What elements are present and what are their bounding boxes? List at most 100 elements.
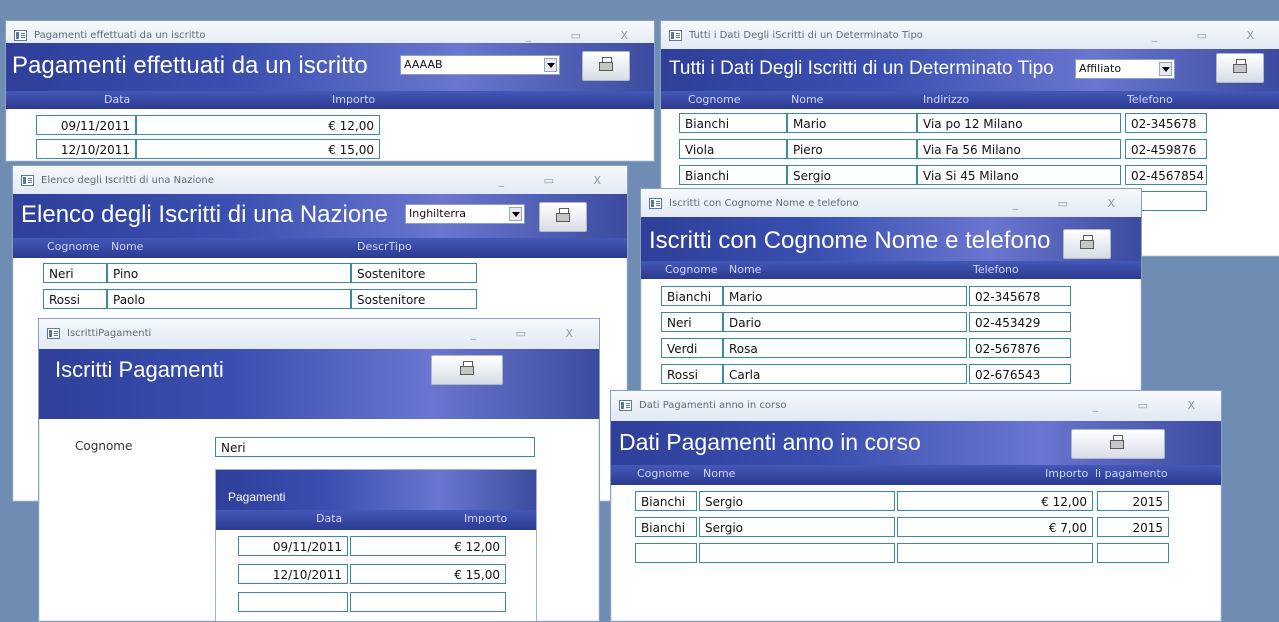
print-button[interactable] bbox=[1063, 229, 1111, 259]
nome-field[interactable]: Mario bbox=[723, 286, 967, 306]
nome-field[interactable]: Sergio bbox=[787, 165, 917, 185]
form-header: Iscritti con Cognome Nome e telefono bbox=[641, 217, 1141, 261]
titlebar[interactable]: Elenco degli Iscritti di una Nazione _ ▭… bbox=[13, 166, 627, 196]
nome-field[interactable]: Dario bbox=[723, 312, 967, 332]
descrtipo-field[interactable]: Sostenitore bbox=[351, 263, 477, 283]
cognome-field[interactable]: Viola bbox=[679, 139, 787, 159]
nazione-combo[interactable]: Inghilterra bbox=[405, 204, 525, 224]
importo-field[interactable]: € 7,00 bbox=[897, 517, 1093, 537]
cognome-field[interactable]: Bianchi bbox=[635, 491, 697, 511]
date-field[interactable]: 09/11/2011 bbox=[238, 536, 348, 556]
indirizzo-field[interactable]: Via Si 45 Milano bbox=[917, 165, 1121, 185]
print-button[interactable] bbox=[431, 355, 503, 385]
cognome-field[interactable]: Neri bbox=[43, 263, 107, 283]
titlebar[interactable]: Dati Pagamenti anno in corso _ ▭ X bbox=[611, 391, 1221, 421]
anno-field-new[interactable] bbox=[1097, 543, 1169, 563]
nome-field[interactable]: Piero bbox=[787, 139, 917, 159]
form-header: Elenco degli Iscritti di una Nazione Ing… bbox=[13, 194, 627, 238]
nome-field[interactable]: Pino bbox=[107, 263, 351, 283]
telefono-field[interactable]: 02-567876 bbox=[969, 338, 1071, 358]
importo-field-new[interactable] bbox=[897, 543, 1093, 563]
column-header-bar: Cognome Nome DescrTipo bbox=[13, 238, 627, 258]
print-button[interactable] bbox=[582, 51, 630, 81]
cognome-field[interactable]: Neri bbox=[215, 437, 535, 457]
telefono-field[interactable]: 02-676543 bbox=[969, 364, 1071, 384]
anno-field[interactable]: 2015 bbox=[1097, 491, 1169, 511]
col-header-cognome: Cognome bbox=[688, 93, 741, 106]
window-controls[interactable]: _ ▭ X bbox=[1093, 391, 1213, 421]
cognome-field-new[interactable] bbox=[635, 543, 697, 563]
descrtipo-field[interactable]: Sostenitore bbox=[351, 289, 477, 309]
telefono-field[interactable]: 02-4567854 bbox=[1125, 165, 1207, 185]
amount-field[interactable]: € 15,00 bbox=[350, 564, 506, 584]
form-title: Dati Pagamenti anno in corso bbox=[619, 429, 921, 455]
telefono-field[interactable]: 02-345678 bbox=[969, 286, 1071, 306]
cognome-field[interactable]: Neri bbox=[661, 312, 723, 332]
titlebar[interactable]: Iscritti con Cognome Nome e telefono _ ▭… bbox=[641, 189, 1141, 219]
printer-icon bbox=[1110, 435, 1124, 449]
window-iscritti-telefono[interactable]: Iscritti con Cognome Nome e telefono _ ▭… bbox=[640, 188, 1142, 410]
iscritto-combo[interactable]: AAAAB bbox=[400, 55, 560, 75]
col-header-nome: Nome bbox=[703, 467, 736, 480]
print-button[interactable] bbox=[1071, 429, 1165, 459]
col-header-cognome: Cognome bbox=[665, 263, 718, 276]
printer-icon bbox=[460, 361, 474, 375]
chevron-down-icon[interactable] bbox=[509, 207, 522, 221]
nome-field[interactable]: Rosa bbox=[723, 338, 967, 358]
date-field[interactable]: 12/10/2011 bbox=[238, 564, 348, 584]
date-field-new[interactable] bbox=[238, 592, 348, 612]
col-header-importo: Importo bbox=[332, 93, 376, 106]
date-field[interactable]: 12/10/2011 bbox=[36, 139, 136, 159]
amount-field-new[interactable] bbox=[350, 592, 506, 612]
cognome-field[interactable]: Bianchi bbox=[635, 517, 697, 537]
nome-field[interactable]: Sergio bbox=[699, 517, 895, 537]
window-title: IscrittiPagamenti bbox=[67, 328, 152, 339]
titlebar[interactable]: IscrittiPagamenti _ ▭ X bbox=[39, 319, 599, 349]
telefono-field[interactable]: 02-345678 bbox=[1125, 113, 1207, 133]
form-header: Pagamenti effettuati da un iscritto AAAA… bbox=[6, 43, 654, 91]
chevron-down-icon[interactable] bbox=[544, 58, 557, 72]
window-controls[interactable]: _ ▭ X bbox=[1013, 189, 1133, 219]
cognome-field[interactable]: Rossi bbox=[661, 364, 723, 384]
nome-field[interactable]: Paolo bbox=[107, 289, 351, 309]
amount-field[interactable]: € 15,00 bbox=[136, 139, 380, 159]
col-header-descrtipo: DescrTipo bbox=[357, 240, 412, 253]
indirizzo-field[interactable]: Via po 12 Milano bbox=[917, 113, 1121, 133]
nome-field[interactable]: Mario bbox=[787, 113, 917, 133]
window-pagamenti-iscritto[interactable]: Pagamenti effettuati da un iscritto _ ▭ … bbox=[5, 20, 655, 162]
date-field[interactable]: 09/11/2011 bbox=[36, 115, 136, 135]
titlebar[interactable]: Tutti i Dati Degli iScritti di un Determ… bbox=[661, 21, 1279, 51]
nome-field-new[interactable] bbox=[699, 543, 895, 563]
cognome-field[interactable]: Bianchi bbox=[679, 113, 787, 133]
window-iscritti-pagamenti[interactable]: IscrittiPagamenti _ ▭ X Iscritti Pagamen… bbox=[38, 318, 600, 622]
window-controls[interactable]: _ ▭ X bbox=[499, 166, 619, 196]
cognome-field[interactable]: Bianchi bbox=[679, 165, 787, 185]
anno-field[interactable]: 2015 bbox=[1097, 517, 1169, 537]
col-header-data: Data bbox=[316, 512, 343, 525]
importo-field[interactable]: € 12,00 bbox=[897, 491, 1093, 511]
telefono-field[interactable]: 02-453429 bbox=[969, 312, 1071, 332]
chevron-down-icon[interactable] bbox=[1159, 62, 1172, 76]
cognome-label: Cognome bbox=[75, 439, 133, 453]
print-button[interactable] bbox=[539, 202, 587, 232]
tipo-combo[interactable]: Affiliato bbox=[1075, 59, 1175, 79]
cognome-field[interactable]: Rossi bbox=[43, 289, 107, 309]
print-button[interactable] bbox=[1216, 53, 1264, 83]
pagamenti-subform[interactable]: Pagamenti Data Importo 09/11/2011 € 12,0… bbox=[215, 469, 537, 621]
nome-field[interactable]: Sergio bbox=[699, 491, 895, 511]
col-header-data: Data bbox=[104, 93, 131, 106]
telefono-field[interactable]: 02-459876 bbox=[1125, 139, 1207, 159]
combo-value: Inghilterra bbox=[409, 207, 466, 220]
indirizzo-field[interactable]: Via Fa 56 Milano bbox=[917, 139, 1121, 159]
window-pagamenti-anno[interactable]: Dati Pagamenti anno in corso _ ▭ X Dati … bbox=[610, 390, 1222, 622]
cognome-field[interactable]: Bianchi bbox=[661, 286, 723, 306]
nome-field[interactable]: Carla bbox=[723, 364, 967, 384]
amount-field[interactable]: € 12,00 bbox=[350, 536, 506, 556]
cognome-field[interactable]: Verdi bbox=[661, 338, 723, 358]
window-controls[interactable]: _ ▭ X bbox=[471, 319, 591, 349]
window-controls[interactable]: _ ▭ X bbox=[1152, 21, 1272, 51]
window-title: Tutti i Dati Degli iScritti di un Determ… bbox=[689, 30, 923, 41]
subform-header: Pagamenti bbox=[216, 470, 536, 510]
amount-field[interactable]: € 12,00 bbox=[136, 115, 380, 135]
window-title: Iscritti con Cognome Nome e telefono bbox=[669, 198, 859, 209]
